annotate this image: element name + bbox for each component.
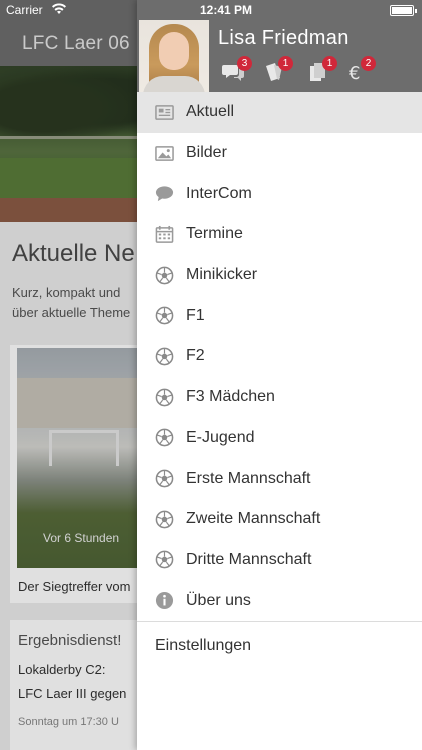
info-icon xyxy=(154,592,174,610)
calendar-icon xyxy=(154,225,174,243)
menu-item-f3-maedchen[interactable]: F3 Mädchen xyxy=(137,377,422,418)
menu-item-label: Erste Mannschaft xyxy=(186,469,311,487)
svg-text:€: € xyxy=(349,63,360,82)
menu-item-dritte-mannschaft[interactable]: Dritte Mannschaft xyxy=(137,540,422,581)
soccer-ball-icon xyxy=(154,469,174,488)
settings-link[interactable]: Einstellungen xyxy=(155,637,251,655)
menu-item-label: F2 xyxy=(186,347,205,365)
menu-item-ueber-uns[interactable]: Über uns xyxy=(137,580,422,621)
notification-badge: 3 xyxy=(237,56,252,71)
menu-item-e-jugend[interactable]: E-Jugend xyxy=(137,418,422,459)
soccer-ball-icon xyxy=(154,306,174,325)
menu-divider xyxy=(137,621,422,622)
soccer-ball-icon xyxy=(154,510,174,529)
menu-item-label: InterCom xyxy=(186,184,252,202)
status-bar: Carrier 12:41 PM xyxy=(0,0,422,20)
notification-badge: 1 xyxy=(322,56,337,71)
menu-item-label: Termine xyxy=(186,225,243,243)
chat-bubbles-icon[interactable]: 3 xyxy=(222,56,252,82)
euro-icon[interactable]: € 2 xyxy=(346,56,376,84)
menu-item-label: Zweite Mannschaft xyxy=(186,510,321,528)
drawer-menu: Aktuell Bilder InterCom Termine Minikick… xyxy=(137,92,422,621)
menu-item-label: Bilder xyxy=(186,144,227,162)
menu-item-label: E-Jugend xyxy=(186,428,255,446)
newspaper-icon xyxy=(154,103,174,121)
menu-item-f1[interactable]: F1 xyxy=(137,295,422,336)
status-time: 12:41 PM xyxy=(199,3,253,17)
menu-item-label: Minikicker xyxy=(186,266,258,284)
soccer-ball-icon xyxy=(154,347,174,366)
image-icon xyxy=(154,144,174,162)
menu-item-aktuell[interactable]: Aktuell xyxy=(137,92,422,133)
user-name: Lisa Friedman xyxy=(218,27,349,49)
cards-icon[interactable]: 1 xyxy=(263,56,293,82)
menu-item-bilder[interactable]: Bilder xyxy=(137,133,422,174)
documents-icon[interactable]: 1 xyxy=(307,56,337,82)
menu-item-label: Aktuell xyxy=(186,103,235,121)
menu-item-minikicker[interactable]: Minikicker xyxy=(137,255,422,296)
menu-item-label: Dritte Mannschaft xyxy=(186,550,312,568)
menu-item-intercom[interactable]: InterCom xyxy=(137,173,422,214)
menu-item-label: Über uns xyxy=(186,591,251,609)
menu-item-f2[interactable]: F2 xyxy=(137,336,422,377)
side-drawer: Lisa Friedman 3 1 1 € 2 Aktuell Bilder I… xyxy=(137,0,422,750)
drawer-overlay[interactable] xyxy=(0,0,137,750)
soccer-ball-icon xyxy=(154,429,174,447)
soccer-ball-icon xyxy=(154,388,174,406)
notification-badge: 2 xyxy=(361,56,376,71)
notification-badge: 1 xyxy=(278,56,293,71)
menu-item-termine[interactable]: Termine xyxy=(137,214,422,255)
soccer-ball-icon xyxy=(154,551,174,569)
soccer-ball-icon xyxy=(154,266,174,284)
battery-icon xyxy=(390,5,417,16)
speech-bubble-icon xyxy=(154,185,174,203)
menu-item-zweite-mannschaft[interactable]: Zweite Mannschaft xyxy=(137,499,422,540)
menu-item-label: F3 Mädchen xyxy=(186,388,275,406)
menu-item-label: F1 xyxy=(186,306,205,324)
avatar[interactable] xyxy=(139,20,209,92)
menu-item-erste-mannschaft[interactable]: Erste Mannschaft xyxy=(137,458,422,499)
